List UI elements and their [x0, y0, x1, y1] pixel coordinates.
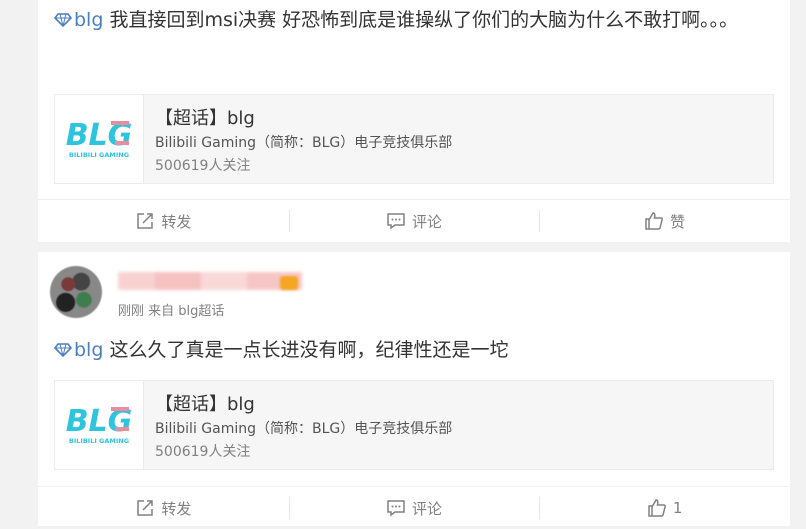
repost-label: 转发 — [161, 499, 192, 518]
avatar[interactable] — [50, 266, 102, 318]
comment-icon — [387, 500, 405, 517]
like-button[interactable]: 1 — [539, 487, 790, 529]
comment-button[interactable]: 评论 — [288, 487, 540, 529]
repost-button[interactable]: 转发 — [38, 487, 289, 529]
share-icon — [137, 213, 154, 229]
comment-button[interactable]: 评论 — [288, 200, 540, 242]
thumbs-up-icon — [648, 499, 666, 517]
supertopic-followers: 500619人关注 — [155, 158, 251, 174]
post-body: 这么久了真是一点长进没有啊，纪律性还是一坨 — [109, 339, 509, 361]
post-body: 我直接回到msi决赛 好恐怖到底是谁操纵了你们的大脑为什么不敢打啊。。。 — [109, 9, 739, 31]
logo-subtext: BILIBILI GAMING — [69, 437, 129, 445]
post-actions: 转发 评论 1 — [38, 486, 790, 529]
supertopic-title[interactable]: 【超话】blg — [155, 390, 255, 416]
blg-logo: BLG BILIBILI GAMING — [55, 95, 144, 183]
username-blurred[interactable] — [118, 272, 302, 290]
blg-logo: BLG BILIBILI GAMING — [55, 381, 144, 469]
topic-link[interactable]: blg — [54, 9, 109, 31]
topic-link[interactable]: blg — [54, 339, 109, 361]
repost-button[interactable]: 转发 — [38, 200, 289, 242]
vip-badge-icon — [280, 276, 298, 290]
supertopic-followers: 500619人关注 — [155, 444, 251, 460]
post-card: blg 我直接回到msi决赛 好恐怖到底是谁操纵了你们的大脑为什么不敢打啊。。。… — [38, 0, 790, 242]
like-count: 1 — [672, 499, 683, 517]
post-card: 刚刚 来自 blg超话 blg 这么久了真是一点长进没有啊，纪律性还是一坨 BL… — [38, 252, 790, 526]
post-text: blg 这么久了真是一点长进没有啊，纪律性还是一坨 — [54, 334, 770, 366]
post-actions: 转发 评论 赞 — [38, 199, 790, 242]
diamond-icon — [54, 343, 72, 357]
comment-label: 评论 — [412, 499, 443, 518]
share-icon — [137, 500, 154, 516]
diamond-icon — [54, 13, 72, 27]
supertopic-description: Bilibili Gaming（简称：BLG）电子竞技俱乐部 — [155, 135, 453, 151]
like-label: 赞 — [670, 212, 686, 231]
post-text: blg 我直接回到msi决赛 好恐怖到底是谁操纵了你们的大脑为什么不敢打啊。。。 — [54, 4, 770, 36]
post-meta[interactable]: 刚刚 来自 blg超话 — [118, 300, 224, 319]
supertopic-card[interactable]: BLG BILIBILI GAMING 【超话】blg Bilibili Gam… — [54, 380, 774, 470]
supertopic-title[interactable]: 【超话】blg — [155, 104, 255, 130]
repost-label: 转发 — [161, 212, 192, 231]
supertopic-description: Bilibili Gaming（简称：BLG）电子竞技俱乐部 — [155, 421, 453, 437]
comment-icon — [387, 213, 405, 230]
supertopic-card[interactable]: BLG BILIBILI GAMING 【超话】blg Bilibili Gam… — [54, 94, 774, 184]
logo-subtext: BILIBILI GAMING — [69, 151, 129, 159]
comment-label: 评论 — [412, 212, 443, 231]
thumbs-up-icon — [645, 212, 664, 230]
like-button[interactable]: 赞 — [539, 200, 790, 242]
